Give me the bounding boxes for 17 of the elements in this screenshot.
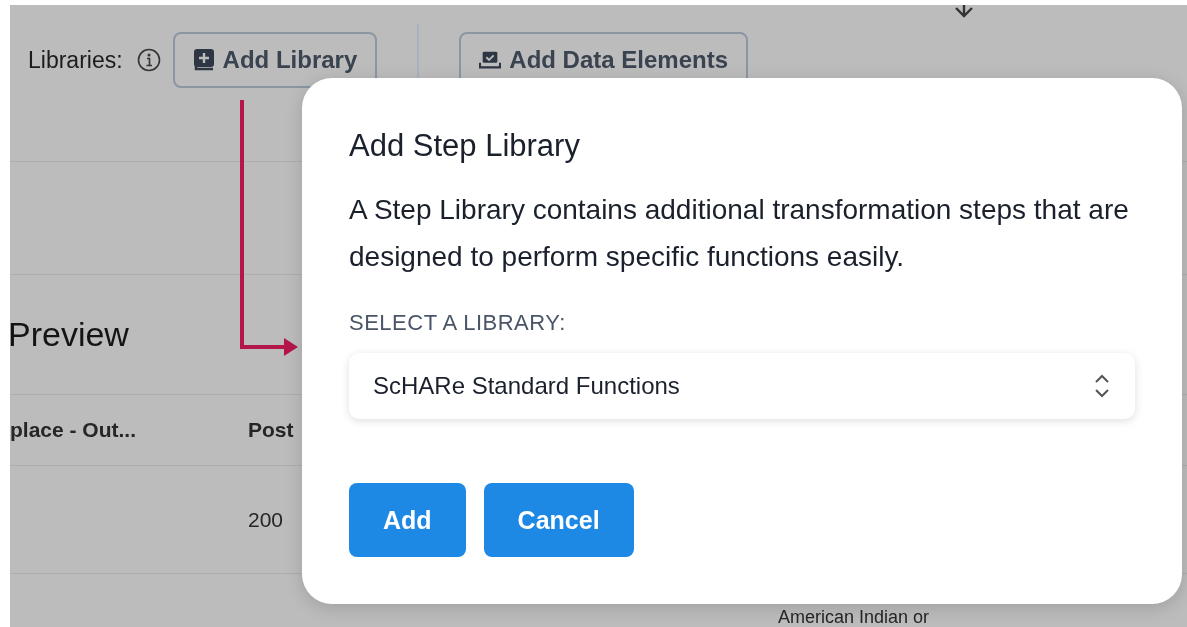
add-library-button[interactable]: Add Library: [172, 32, 378, 88]
preview-title: Preview: [10, 315, 129, 353]
dialog-title: Add Step Library: [349, 128, 581, 164]
libraries-label: Libraries:: [28, 46, 123, 75]
table-cell: American Indian or: [778, 607, 930, 627]
dialog-button[interactable]: Add: [349, 483, 466, 557]
chevron-up-down-icon: [1093, 372, 1111, 400]
select-label: SELECT A LIBRARY:: [349, 310, 567, 336]
table-cell-text: 200: [247, 507, 284, 532]
dialog-button[interactable]: Cancel: [483, 483, 634, 557]
down-arrow-icon: [952, 5, 976, 19]
dialog-description: A Step Library contains additional transformation steps that are designed to perform specific functions easily.: [349, 193, 1130, 274]
library-select[interactable]: ScHARe Standard Functions: [349, 353, 1135, 419]
column-header: place - Out...: [10, 418, 138, 442]
book-plus-icon: [192, 48, 215, 72]
info-icon[interactable]: [136, 48, 161, 72]
column-header: Post: [247, 418, 294, 442]
